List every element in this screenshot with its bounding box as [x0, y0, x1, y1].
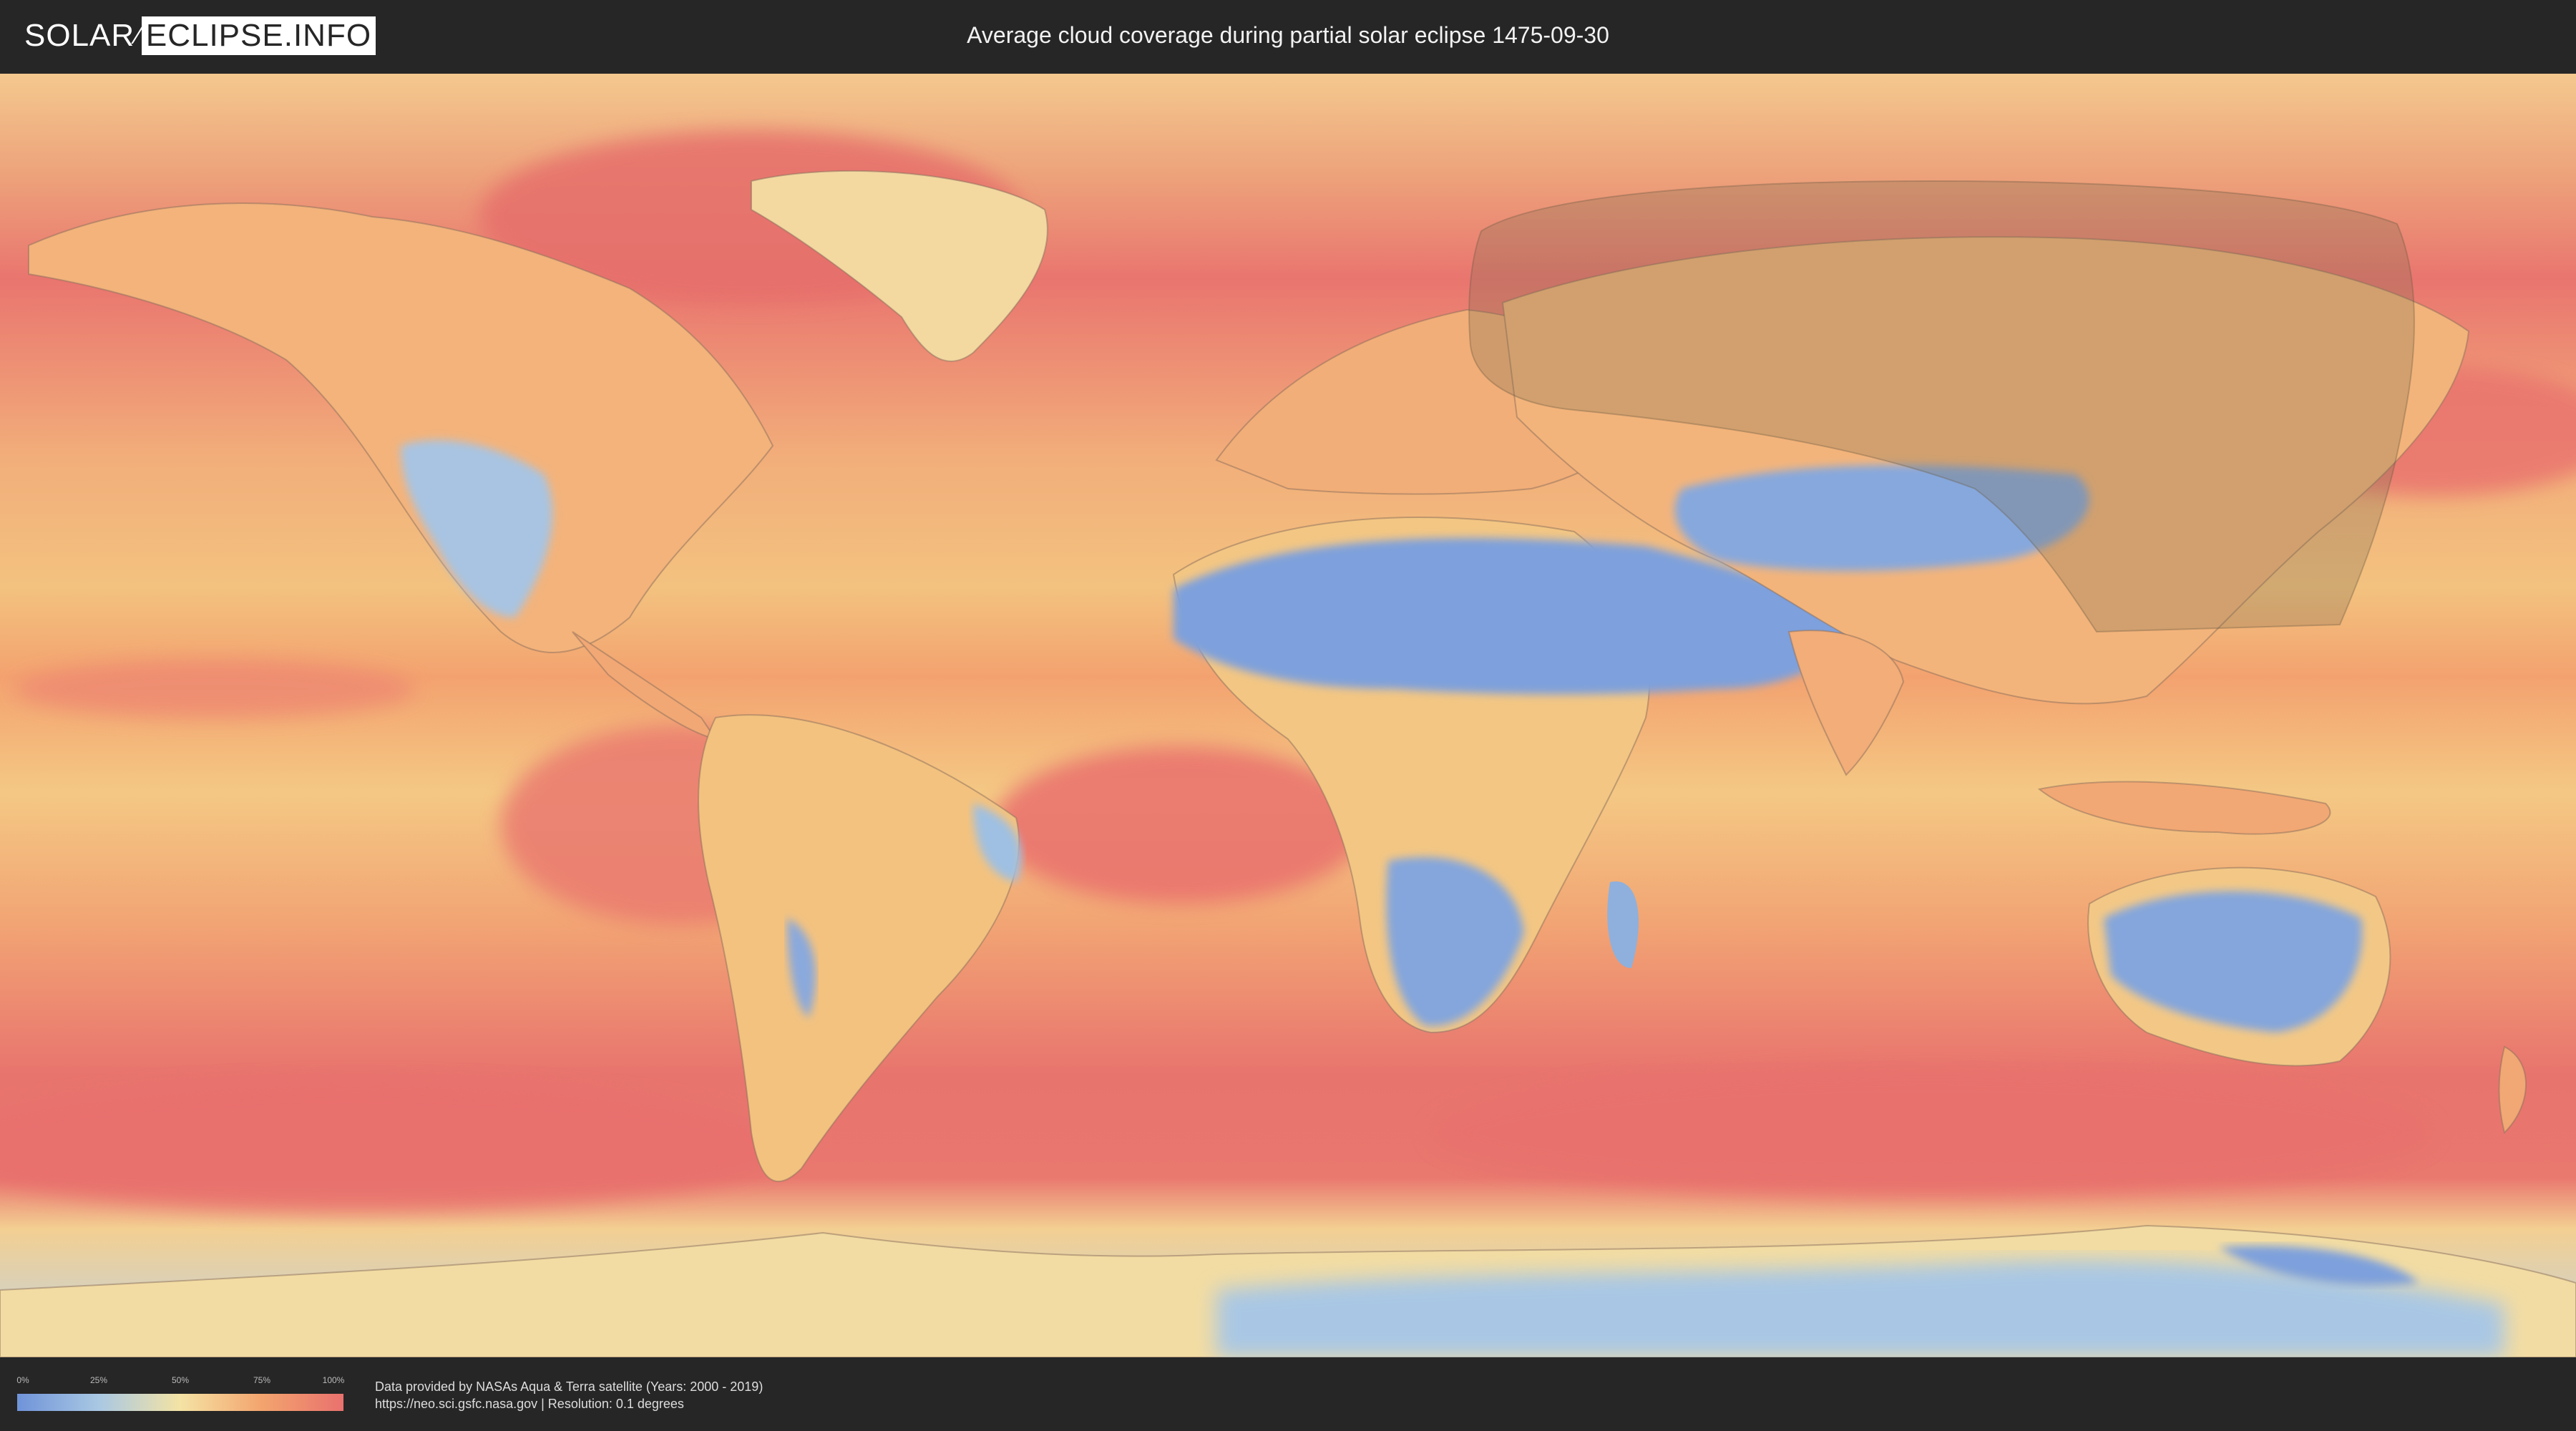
footer-bar: 0% 25% 50% 75% 100% Data provided by NAS… [0, 1359, 2576, 1431]
cloud-coverage-legend: 0% 25% 50% 75% 100% [16, 1375, 345, 1414]
legend-tick-25: 25% [89, 1375, 108, 1385]
header-bar: SOLAR ⁄ ECLIPSE.INFO Average cloud cover… [0, 0, 2576, 72]
legend-tick-50: 50% [171, 1375, 190, 1385]
page-title: Average cloud coverage during partial so… [967, 22, 1609, 48]
legend-color-bar [17, 1394, 343, 1411]
data-source-credit: Data provided by NASAs Aqua & Terra sate… [375, 1379, 763, 1394]
legend-tick-75: 75% [253, 1375, 271, 1385]
legend-tick-100: 100% [322, 1375, 345, 1385]
map-container [0, 74, 2576, 1357]
data-source-url: https://neo.sci.gsfc.nasa.gov | Resoluti… [375, 1397, 684, 1411]
legend-tick-0: 0% [16, 1375, 29, 1385]
world-cloud-map [0, 74, 2576, 1357]
